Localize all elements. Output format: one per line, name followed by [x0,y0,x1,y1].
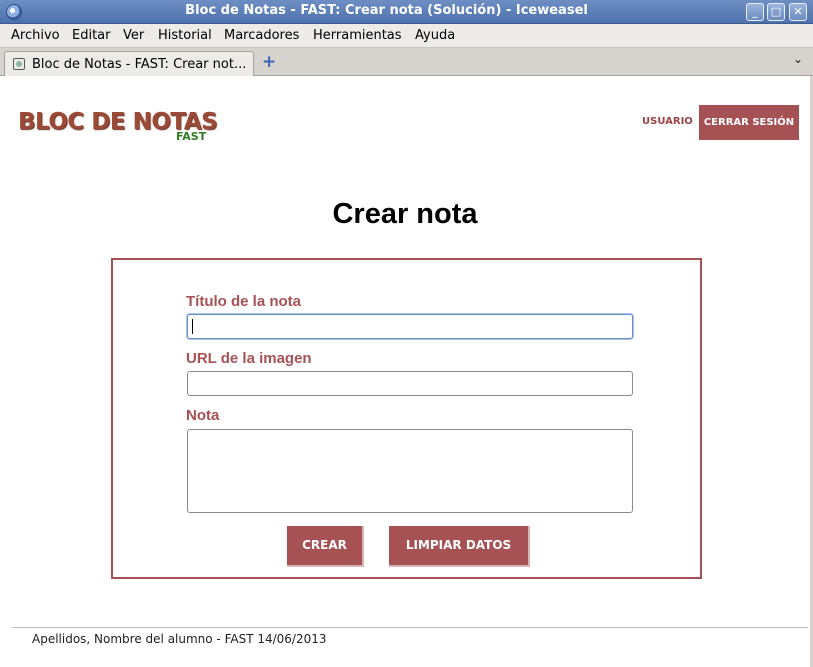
minimize-button[interactable]: _ [746,3,764,21]
menu-archivo[interactable]: Archivo [11,28,60,43]
user-link[interactable]: USUARIO [642,116,693,127]
menu-ayuda[interactable]: Ayuda [415,28,455,43]
create-note-form: Título de la nota URL de la imagen Nota … [111,258,702,579]
logo-subtitle: FAST [176,130,207,143]
new-tab-icon[interactable]: + [262,52,276,72]
page-viewport: BLOC DE NOTAS FAST USUARIO CERRAR SESIÓN… [0,76,810,667]
menu-bar: Archivo Editar Ver Historial Marcadores … [0,24,813,48]
tab-active[interactable]: Bloc de Notas - FAST: Crear not... [4,51,254,77]
menu-herramientas[interactable]: Herramientas [313,28,402,43]
note-field-label: Nota [186,407,220,424]
menu-historial[interactable]: Historial [158,28,212,43]
page-favicon-icon [13,58,25,70]
tab-label: Bloc de Notas - FAST: Crear not... [32,57,247,72]
close-window-button[interactable]: ✕ [789,3,807,21]
logout-button[interactable]: CERRAR SESIÓN [699,105,799,140]
note-textarea[interactable] [187,429,633,513]
clear-data-button[interactable]: LIMPIAR DATOS [389,526,530,567]
title-input[interactable] [187,314,633,339]
text-caret [192,319,193,334]
create-button[interactable]: CREAR [287,526,364,567]
tab-list-icon[interactable]: ⌄ [793,52,803,66]
tab-strip: Bloc de Notas - FAST: Crear not... + ⌄ [0,48,813,77]
footer-text: Apellidos, Nombre del alumno - FAST 14/0… [32,632,327,646]
menu-marcadores[interactable]: Marcadores [224,28,299,43]
window-titlebar: Bloc de Notas - FAST: Crear nota (Soluci… [0,0,813,24]
menu-editar[interactable]: Editar [72,28,111,43]
window-title: Bloc de Notas - FAST: Crear nota (Soluci… [185,3,588,18]
site-logo[interactable]: BLOC DE NOTAS FAST [18,108,218,143]
image-url-input[interactable] [187,371,633,396]
browser-app-icon[interactable] [6,4,22,20]
title-field-label: Título de la nota [186,293,301,310]
maximize-button[interactable]: □ [767,3,785,21]
footer-divider [12,627,808,628]
page-title: Crear nota [332,198,478,230]
menu-ver[interactable]: Ver [123,28,144,43]
image-url-label: URL de la imagen [186,350,312,367]
